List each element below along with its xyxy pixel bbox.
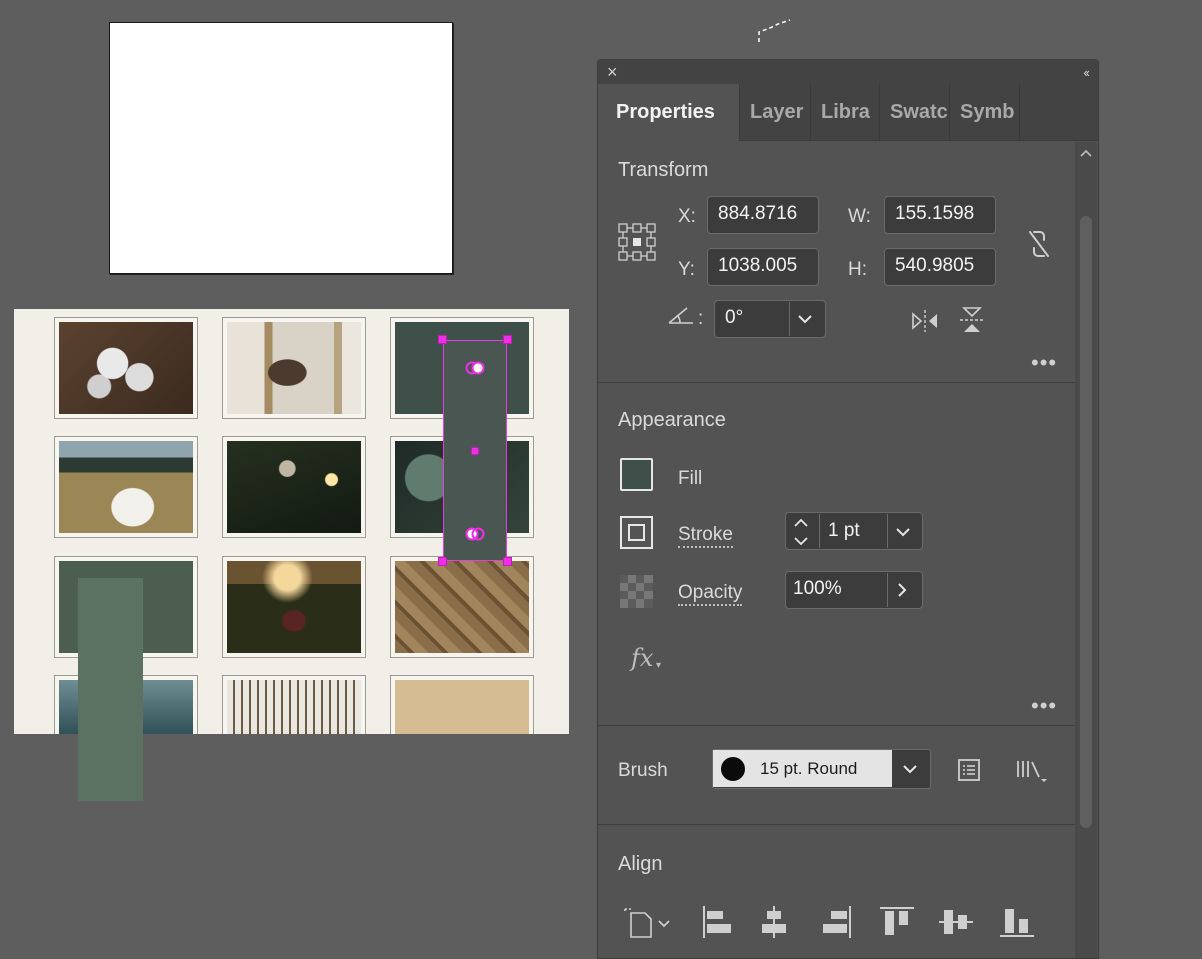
rotate-angle-icon (668, 307, 693, 324)
collage-photo-field[interactable] (54, 436, 198, 538)
constrain-proportions-icon[interactable] (1024, 228, 1054, 260)
align-top-icon[interactable] (880, 906, 914, 938)
panel-tabs: Properties Layer Libra Swatc Symb (598, 84, 1098, 141)
rotation-value: 0° (725, 307, 744, 328)
field-divider (789, 302, 790, 336)
appearance-more-options-icon[interactable]: ••• (1031, 695, 1057, 717)
corner-radius-widget-icon[interactable] (465, 361, 485, 375)
fx-dropdown-icon: ▾ (656, 660, 662, 671)
resize-handle-bottom-left[interactable] (438, 557, 447, 566)
chevron-down-icon[interactable] (797, 313, 813, 325)
angle-label: : (698, 308, 704, 329)
x-label: X: (678, 206, 696, 227)
align-left-icon[interactable] (702, 906, 734, 938)
collage-photo-sunset[interactable] (222, 556, 366, 658)
align-right-icon[interactable] (820, 906, 852, 938)
stroke-weight-value: 1 pt (828, 520, 860, 541)
blank-artboard[interactable] (109, 22, 453, 274)
collapse-panel-icon[interactable]: ‹‹ (1083, 65, 1090, 80)
tab-symbols[interactable]: Symb (949, 84, 1020, 140)
fx-effects-button[interactable]: fx (631, 644, 653, 672)
scroll-up-icon[interactable] (1079, 147, 1093, 159)
resize-handle-bottom-right[interactable] (503, 557, 512, 566)
panel-scrollbar[interactable] (1075, 142, 1097, 958)
appearance-section-title: Appearance (618, 409, 726, 431)
section-divider (598, 824, 1075, 825)
align-bottom-icon[interactable] (1000, 906, 1034, 938)
brush-preview: 15 pt. Round (713, 750, 892, 787)
field-divider (887, 573, 888, 607)
collage-photo-wood[interactable] (390, 556, 534, 658)
panel-header: × ‹‹ (598, 60, 1098, 84)
brush-name: 15 pt. Round (760, 759, 858, 778)
properties-panel: × ‹‹ Properties Layer Libra Swatc Symb T… (597, 59, 1099, 959)
height-field[interactable]: 540.9805 (884, 248, 996, 286)
tab-properties[interactable]: Properties (598, 84, 739, 141)
chevron-right-icon[interactable] (896, 582, 908, 598)
resize-handle-top-left[interactable] (438, 335, 447, 344)
align-to-selection-icon[interactable] (623, 905, 673, 939)
chevron-down-icon[interactable] (902, 763, 918, 775)
opacity-value: 100% (793, 578, 842, 599)
brush-tip-icon (721, 757, 745, 781)
stroke-weight-field[interactable]: 1 pt (819, 514, 888, 548)
cursor-trail-icon (758, 19, 791, 42)
flip-horizontal-icon[interactable] (910, 308, 940, 334)
collage-photo-tan[interactable] (390, 675, 534, 734)
chevron-down-icon[interactable] (895, 526, 911, 538)
scroll-thumb[interactable] (1080, 216, 1092, 828)
brush-libraries-icon[interactable] (1015, 757, 1049, 783)
section-divider (598, 382, 1075, 383)
sage-green-rectangle[interactable] (78, 578, 143, 801)
fill-label: Fill (678, 468, 703, 489)
tab-libraries[interactable]: Libra (810, 84, 879, 140)
field-divider (887, 514, 888, 548)
h-label: H: (848, 259, 867, 280)
collage-photo-mirror[interactable] (222, 317, 366, 419)
close-icon[interactable]: × (607, 63, 618, 81)
align-horizontal-center-icon[interactable] (758, 906, 790, 938)
resize-handle-top-right[interactable] (503, 335, 512, 344)
stroke-label[interactable]: Stroke (678, 524, 733, 548)
align-vertical-center-icon[interactable] (939, 906, 973, 938)
opacity-checker-icon[interactable] (620, 575, 653, 608)
collage-photo-polaroids[interactable] (54, 317, 198, 419)
transform-more-options-icon[interactable]: ••• (1031, 352, 1057, 374)
stroke-swatch-icon[interactable] (620, 516, 653, 549)
opacity-field[interactable]: 100% (787, 573, 887, 607)
selected-rectangle[interactable] (438, 335, 512, 566)
opacity-label[interactable]: Opacity (678, 582, 743, 606)
stepper-arrows-icon[interactable] (793, 517, 809, 547)
brush-dropdown[interactable]: 15 pt. Round (712, 749, 931, 789)
w-label: W: (848, 206, 871, 227)
collage-photo-candles[interactable] (222, 436, 366, 538)
fill-swatch[interactable] (620, 458, 653, 491)
center-point[interactable] (471, 447, 479, 455)
collage-photo-chair[interactable] (222, 675, 366, 734)
brush-label: Brush (618, 760, 668, 781)
brush-options-icon[interactable] (957, 758, 981, 782)
transform-section-title: Transform (618, 159, 709, 181)
width-field[interactable]: 155.1598 (884, 196, 996, 234)
section-divider (598, 725, 1075, 726)
align-section-title: Align (618, 853, 663, 875)
reference-point-icon[interactable] (617, 222, 657, 262)
y-position-field[interactable]: 1038.005 (707, 248, 819, 286)
corner-radius-widget-icon[interactable] (465, 527, 485, 541)
y-label: Y: (678, 259, 695, 280)
tab-swatches[interactable]: Swatc (879, 84, 949, 140)
x-position-field[interactable]: 884.8716 (707, 196, 819, 234)
flip-vertical-icon[interactable] (958, 305, 986, 335)
tab-layers[interactable]: Layer (739, 84, 810, 140)
